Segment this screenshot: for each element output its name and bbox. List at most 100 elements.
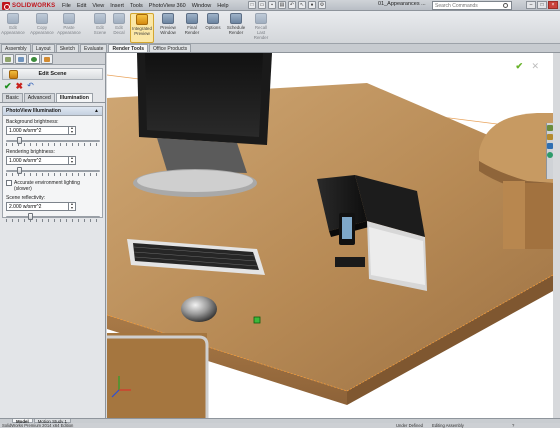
preview-window-icon <box>162 13 174 24</box>
menu-insert[interactable]: Insert <box>110 3 124 9</box>
undo-arrow-icon[interactable]: ↶ <box>27 82 34 90</box>
panel-title: Edit Scene <box>38 71 67 77</box>
recall-last-render-button[interactable]: Recall Last Render <box>250 13 272 43</box>
viewport-ok-icon[interactable]: ✔ <box>515 61 523 72</box>
units-icon[interactable]: ? <box>512 423 514 428</box>
integrated-preview-button[interactable]: Integrated Preview <box>130 13 154 43</box>
display-manager-tab-icon[interactable] <box>41 54 53 64</box>
slider-track <box>6 216 100 218</box>
background-brightness-field[interactable]: ▲▼ <box>6 126 76 135</box>
background-brightness-label: Background brightness: <box>6 119 59 125</box>
spin-arrows-icon[interactable]: ▲ ▼ <box>68 156 75 164</box>
ok-check-icon[interactable]: ✔ <box>4 81 12 91</box>
slider-thumb[interactable] <box>28 213 33 220</box>
window-controls: – □ × <box>526 1 558 9</box>
view-palette-icon[interactable] <box>547 143 553 149</box>
property-manager-tab-icon[interactable] <box>15 54 27 64</box>
tab-assembly[interactable]: Assembly <box>1 44 31 52</box>
accurate-environment-lighting-label: Accurate environment lighting (slower) <box>14 180 80 192</box>
slider-thumb[interactable] <box>17 167 22 174</box>
options-button[interactable]: Options <box>202 13 224 43</box>
options-gear-icon[interactable]: ⚙ <box>318 1 326 9</box>
edit-decal-button[interactable]: Edit Decal <box>108 13 130 43</box>
recall-render-icon <box>255 13 267 24</box>
appearances-scenes-icon[interactable] <box>547 152 553 158</box>
search-input[interactable] <box>435 2 501 9</box>
solidworks-window: SOLIDWORKS File Edit View Insert Tools P… <box>0 0 560 428</box>
copy-appearance-icon <box>36 13 48 24</box>
tab-advanced[interactable]: Advanced <box>23 93 55 102</box>
design-library-icon[interactable] <box>547 125 553 131</box>
save-icon[interactable]: ▪ <box>268 1 276 9</box>
collapse-caret-icon[interactable]: ▲ <box>94 107 99 116</box>
status-product: SolidWorks Premium 2014 x64 Edition <box>2 423 74 428</box>
spin-arrows-icon[interactable]: ▲ ▼ <box>68 126 75 134</box>
menu-view[interactable]: View <box>92 3 104 9</box>
minimize-icon[interactable]: – <box>526 1 536 9</box>
edit-scene-icon <box>94 13 106 24</box>
file-explorer-icon[interactable] <box>547 134 553 140</box>
cancel-x-icon[interactable]: ✖ <box>16 81 24 91</box>
configuration-manager-tab-icon[interactable] <box>28 54 40 64</box>
rendering-brightness-field[interactable]: ▲▼ <box>6 156 76 165</box>
slider-thumb[interactable] <box>17 137 22 144</box>
tab-layout[interactable]: Layout <box>31 44 55 52</box>
select-arrow-icon[interactable]: ↖ <box>298 1 306 9</box>
feature-manager-tab-icon[interactable] <box>2 54 14 64</box>
scene-reflectivity-field[interactable]: ▲▼ <box>6 202 76 211</box>
photoview-illumination-group: PhotoView Illumination ▲ Background brig… <box>2 106 103 222</box>
quick-access-toolbar: □ ▭ ▪ ▤ ↶ ↖ ● ⚙ <box>248 1 326 9</box>
schedule-render-icon <box>230 13 242 24</box>
menu-file[interactable]: File <box>62 3 71 9</box>
app-logo: SOLIDWORKS <box>2 1 55 10</box>
final-render-icon <box>186 13 198 24</box>
maximize-icon[interactable]: □ <box>537 1 547 9</box>
integrated-preview-icon <box>136 14 148 25</box>
open-folder-icon[interactable]: ▭ <box>258 1 266 9</box>
menu-help[interactable]: Help <box>217 3 228 9</box>
tab-sketch[interactable]: Sketch <box>55 44 79 52</box>
checkbox-box[interactable] <box>6 180 12 186</box>
drawer-panel <box>107 333 207 418</box>
tab-basic[interactable]: Basic <box>2 93 23 102</box>
background-brightness-input[interactable] <box>9 127 63 134</box>
scene-tabs: Basic Advanced Illumination <box>0 93 105 103</box>
viewport-cancel-icon[interactable]: ✕ <box>531 61 539 72</box>
search-icon[interactable] <box>503 3 508 8</box>
rendering-brightness-slider[interactable] <box>6 167 100 176</box>
mouse[interactable] <box>181 296 217 322</box>
command-manager-tabs: Assembly Layout Sketch Evaluate Render T… <box>0 44 560 53</box>
close-icon[interactable]: × <box>548 1 558 9</box>
schedule-render-button[interactable]: Schedule Render <box>225 13 247 43</box>
scene-reflectivity-slider[interactable] <box>6 213 100 222</box>
tab-office-products[interactable]: Office Products <box>149 44 192 52</box>
background-brightness-slider[interactable] <box>6 137 100 146</box>
hutch-support <box>503 181 525 249</box>
undo-icon[interactable]: ↶ <box>288 1 296 9</box>
tab-illumination[interactable]: Illumination <box>55 93 93 102</box>
paste-appearance-button[interactable]: Paste Appearance <box>57 13 81 43</box>
tab-evaluate[interactable]: Evaluate <box>80 44 108 52</box>
menu-photoview[interactable]: PhotoView 360 <box>149 3 186 9</box>
final-render-button[interactable]: Final Render <box>181 13 203 43</box>
menu-edit[interactable]: Edit <box>77 3 86 9</box>
spin-arrows-icon[interactable]: ▲ ▼ <box>68 202 75 210</box>
print-icon[interactable]: ▤ <box>278 1 286 9</box>
edit-appearance-button[interactable]: Edit Appearance <box>1 13 25 43</box>
new-document-icon[interactable]: □ <box>248 1 256 9</box>
tab-render-tools[interactable]: Render Tools <box>108 44 149 52</box>
group-header[interactable]: PhotoView Illumination ▲ <box>3 107 102 116</box>
triad-origin-marker[interactable] <box>253 316 261 324</box>
graphics-viewport[interactable]: ✔ ✕ <box>107 53 553 418</box>
menu-window[interactable]: Window <box>192 3 212 9</box>
preview-window-button[interactable]: Preview Window <box>157 13 179 43</box>
rendering-brightness-input[interactable] <box>9 157 63 164</box>
copy-appearance-button[interactable]: Copy Appearance <box>30 13 54 43</box>
edit-scene-icon <box>9 69 18 79</box>
rebuild-icon[interactable]: ● <box>308 1 316 9</box>
search-commands[interactable] <box>432 1 512 10</box>
scene-reflectivity-input[interactable] <box>9 203 63 210</box>
menu-tools[interactable]: Tools <box>130 3 143 9</box>
document-title: 01_Appearances ... <box>378 1 426 7</box>
accurate-environment-lighting-checkbox[interactable]: Accurate environment lighting (slower) <box>3 176 102 192</box>
